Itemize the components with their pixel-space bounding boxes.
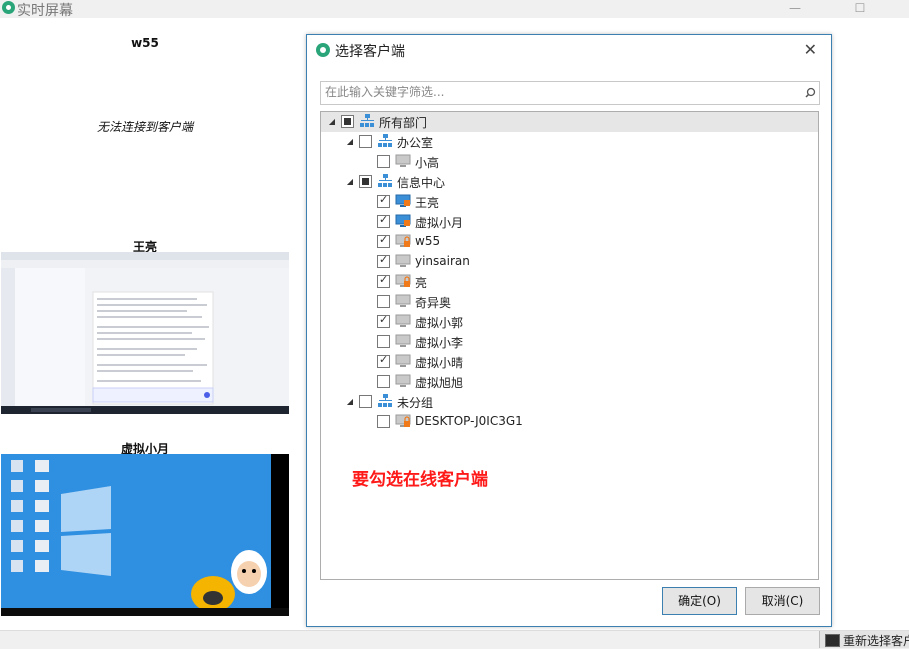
ok-button[interactable]: 确定(O) xyxy=(662,587,737,615)
tree-node-client[interactable]: 虚拟旭旭 xyxy=(321,372,818,392)
offline-computer-icon xyxy=(395,294,411,307)
tree-node-label: 虚拟小郭 xyxy=(415,316,464,330)
screen-thumbnail-image xyxy=(1,252,289,414)
collapse-icon[interactable]: ◢ xyxy=(345,177,355,187)
offline-computer-icon xyxy=(395,374,411,387)
org-tree-icon xyxy=(378,394,392,407)
locked-computer-icon xyxy=(395,414,411,427)
tree-node-label: 未分组 xyxy=(397,396,434,410)
screen-thumbnail-image xyxy=(1,454,289,616)
tree-node-label: w55 xyxy=(415,234,441,248)
online-computer-icon xyxy=(395,194,411,207)
offline-computer-icon xyxy=(395,154,411,167)
tree-node-client[interactable]: 小高 xyxy=(321,152,818,172)
checkbox[interactable] xyxy=(377,193,390,208)
tree-node-label: 虚拟小李 xyxy=(415,336,464,350)
tree-node-label: 亮 xyxy=(415,276,428,290)
checkbox[interactable] xyxy=(377,313,390,328)
tree-node-group[interactable]: ◢ 办公室 xyxy=(321,132,818,152)
tree-node-label: 虚拟旭旭 xyxy=(415,376,464,390)
tree-node-client[interactable]: 王亮 xyxy=(321,192,818,212)
title-bar: 实时屏幕 — ☐ xyxy=(0,0,909,19)
tree-node-label: 王亮 xyxy=(415,196,440,210)
dialog-logo-icon xyxy=(316,43,330,57)
tree-node-label: DESKTOP-J0IC3G1 xyxy=(415,414,523,428)
checkbox[interactable] xyxy=(341,115,354,128)
tree-node-group[interactable]: ◢ 未分组 xyxy=(321,392,818,412)
locked-computer-icon xyxy=(395,274,411,287)
tree-node-label: 奇异奥 xyxy=(415,296,452,310)
dialog-title: 选择客户端 xyxy=(335,44,405,60)
checkbox[interactable] xyxy=(359,175,372,188)
offline-computer-icon xyxy=(395,254,411,267)
tree-node-client[interactable]: yinsairan xyxy=(321,252,818,272)
tree-node-client[interactable]: 虚拟小月 xyxy=(321,212,818,232)
offline-computer-icon xyxy=(395,354,411,367)
select-client-dialog: 选择客户端 ✕ ◢ 所有部门 ◢ xyxy=(306,34,832,627)
checkbox[interactable] xyxy=(377,253,390,268)
reselect-client-button[interactable]: 重新选择客户 xyxy=(819,631,909,648)
hint-annotation: 要勾选在线客户端 xyxy=(352,470,488,490)
org-tree-icon xyxy=(378,174,392,187)
tree-node-client[interactable]: w55 xyxy=(321,232,818,252)
status-bar xyxy=(0,630,909,649)
offline-computer-icon xyxy=(395,314,411,327)
monitor-icon xyxy=(825,634,840,647)
maximize-icon[interactable]: ☐ xyxy=(845,0,875,18)
tree-node-group[interactable]: ◢ 信息中心 xyxy=(321,172,818,192)
checkbox[interactable] xyxy=(377,353,390,368)
checkbox[interactable] xyxy=(359,395,372,408)
reselect-label: 重新选择客户 xyxy=(843,634,909,648)
checkbox[interactable] xyxy=(377,273,390,288)
online-computer-icon xyxy=(395,214,411,227)
collapse-icon[interactable]: ◢ xyxy=(327,117,337,127)
client-name-w55: w55 xyxy=(131,36,159,50)
search-button[interactable] xyxy=(804,81,820,105)
checkbox[interactable] xyxy=(377,155,390,168)
client-tree[interactable]: ◢ 所有部门 ◢ 办公室 小高 ◢ 信息中心 ✓ 王亮 ✓ 虚拟小月 ✓ w55… xyxy=(320,111,819,580)
collapse-icon[interactable]: ◢ xyxy=(345,397,355,407)
tree-node-client[interactable]: 虚拟小郭 xyxy=(321,312,818,332)
checkbox[interactable] xyxy=(377,233,390,248)
checkbox[interactable] xyxy=(377,375,390,388)
collapse-icon[interactable]: ◢ xyxy=(345,137,355,147)
tree-node-client[interactable]: 虚拟小李 xyxy=(321,332,818,352)
tree-node-label: 信息中心 xyxy=(397,176,446,190)
tree-node-root[interactable]: ◢ 所有部门 xyxy=(321,112,818,132)
offline-computer-icon xyxy=(395,334,411,347)
search-input[interactable] xyxy=(321,82,799,102)
screen-thumbnail-xunixiaoyue[interactable] xyxy=(1,454,289,616)
checkbox[interactable] xyxy=(359,135,372,148)
dialog-header: 选择客户端 ✕ xyxy=(307,35,831,65)
search-field[interactable] xyxy=(320,81,806,105)
tree-node-client[interactable]: DESKTOP-J0IC3G1 xyxy=(321,412,818,432)
app-logo-icon xyxy=(2,1,15,14)
checkbox[interactable] xyxy=(377,335,390,348)
close-icon[interactable]: ✕ xyxy=(804,40,817,59)
tree-node-label: 所有部门 xyxy=(379,116,428,130)
checkbox[interactable] xyxy=(377,295,390,308)
minimize-icon[interactable]: — xyxy=(780,0,810,18)
tree-node-label: 小高 xyxy=(415,156,440,170)
screen-thumbnail-wangliang[interactable] xyxy=(1,252,289,414)
offline-message: 无法连接到客户端 xyxy=(96,120,193,134)
tree-node-label: 办公室 xyxy=(397,136,434,150)
tree-node-label: yinsairan xyxy=(415,254,470,268)
app-title: 实时屏幕 xyxy=(17,3,73,19)
tree-node-client[interactable]: 奇异奥 xyxy=(321,292,818,312)
tree-node-client[interactable]: 虚拟小晴 xyxy=(321,352,818,372)
checkbox[interactable] xyxy=(377,213,390,228)
org-tree-icon xyxy=(378,134,392,147)
tree-node-label: 虚拟小晴 xyxy=(415,356,464,370)
tree-node-client[interactable]: 亮 xyxy=(321,272,818,292)
tree-node-label: 虚拟小月 xyxy=(415,216,464,230)
search-icon xyxy=(805,87,816,98)
checkbox[interactable] xyxy=(377,415,390,428)
cancel-button[interactable]: 取消(C) xyxy=(745,587,820,615)
org-tree-icon xyxy=(360,114,374,127)
locked-computer-icon xyxy=(395,234,411,247)
